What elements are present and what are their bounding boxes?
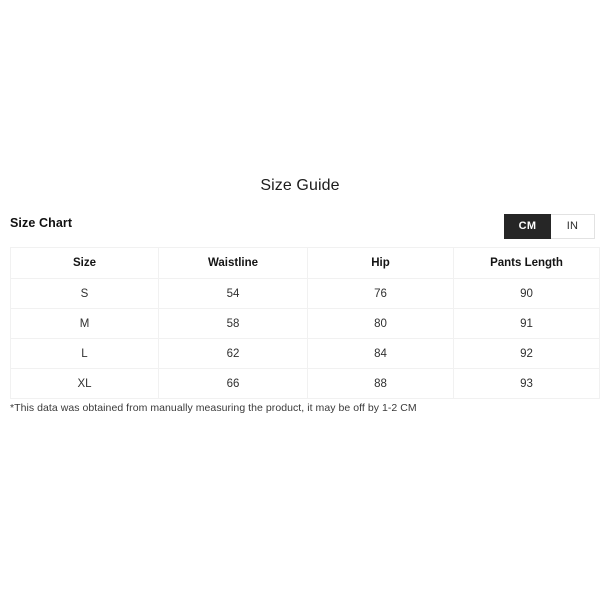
cell-waistline: 62 <box>158 338 308 369</box>
cell-size: L <box>10 338 159 369</box>
table-header: Size Waistline Hip Pants Length <box>10 247 600 279</box>
column-header-pants-length: Pants Length <box>453 247 600 279</box>
table-row: M 58 80 91 <box>10 308 600 339</box>
page-title: Size Guide <box>260 177 340 194</box>
unit-toggle-group[interactable]: CM IN <box>504 214 595 239</box>
cell-waistline: 54 <box>158 278 308 309</box>
measurement-disclaimer: *This data was obtained from manually me… <box>10 402 417 414</box>
table-body: S 54 76 90 M 58 80 91 L 62 84 92 XL 66 8… <box>10 278 600 399</box>
cell-pants-length: 93 <box>453 368 600 399</box>
cell-size: S <box>10 278 159 309</box>
size-chart-label: Size Chart <box>10 216 73 230</box>
column-header-waistline: Waistline <box>158 247 308 279</box>
cell-waistline: 58 <box>158 308 308 339</box>
cell-size: XL <box>10 368 159 399</box>
unit-toggle-cm[interactable]: CM <box>504 214 551 239</box>
cell-hip: 76 <box>307 278 454 309</box>
column-header-size: Size <box>10 247 159 279</box>
table-row: XL 66 88 93 <box>10 368 600 399</box>
cell-pants-length: 90 <box>453 278 600 309</box>
table-row: S 54 76 90 <box>10 278 600 309</box>
cell-size: M <box>10 308 159 339</box>
size-guide-page: Size Guide Size Chart CM IN Size Waistli… <box>0 0 600 600</box>
table-row: L 62 84 92 <box>10 338 600 369</box>
cell-pants-length: 91 <box>453 308 600 339</box>
size-chart-header: Size Chart CM IN <box>10 214 595 242</box>
table-header-row: Size Waistline Hip Pants Length <box>10 247 600 279</box>
cell-hip: 88 <box>307 368 454 399</box>
unit-toggle-in[interactable]: IN <box>551 214 595 239</box>
column-header-hip: Hip <box>307 247 454 279</box>
cell-pants-length: 92 <box>453 338 600 369</box>
cell-hip: 84 <box>307 338 454 369</box>
size-chart-table: Size Waistline Hip Pants Length S 54 76 … <box>10 247 600 399</box>
cell-hip: 80 <box>307 308 454 339</box>
cell-waistline: 66 <box>158 368 308 399</box>
